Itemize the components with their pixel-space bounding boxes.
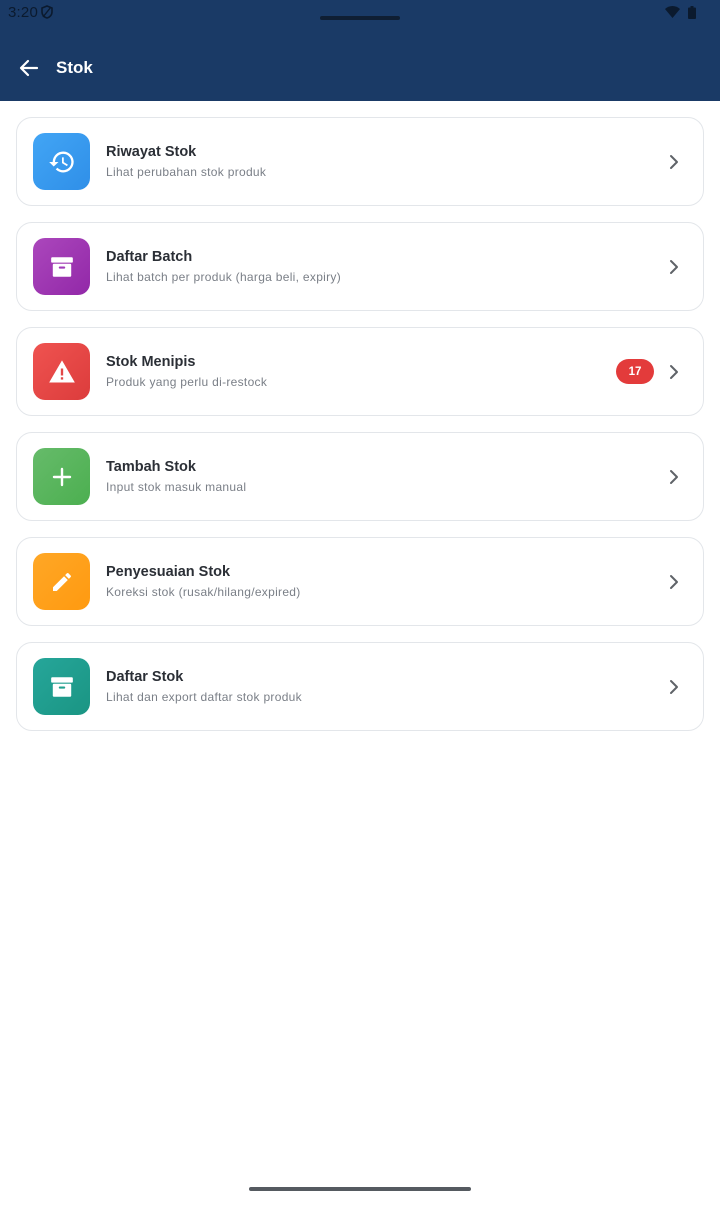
menu-card-daftar-batch[interactable]: Daftar Batch Lihat batch per produk (har… [16, 222, 704, 311]
card-text: Tambah Stok Input stok masuk manual [106, 459, 662, 494]
chevron-right-icon [662, 360, 686, 384]
wifi-icon [665, 6, 680, 18]
arrow-left-icon [19, 59, 39, 77]
card-text: Penyesuaian Stok Koreksi stok (rusak/hil… [106, 564, 662, 599]
status-icons [665, 5, 696, 19]
card-subtitle: Produk yang perlu di-restock [106, 375, 268, 389]
card-text: Daftar Stok Lihat dan export daftar stok… [106, 669, 662, 704]
card-icon-container [33, 238, 90, 295]
card-text: Stok Menipis Produk yang perlu di-restoc… [106, 354, 616, 389]
card-subtitle: Lihat batch per produk (harga beli, expi… [106, 270, 342, 284]
menu-card-daftar-stok[interactable]: Daftar Stok Lihat dan export daftar stok… [16, 642, 704, 731]
card-title: Daftar Stok [106, 669, 184, 685]
page-title: Stok [56, 58, 93, 77]
card-icon-container [33, 448, 90, 505]
card-icon-container [33, 343, 90, 400]
status-time: 3:20 [8, 4, 38, 21]
card-title: Tambah Stok [106, 459, 196, 475]
low-stock-count-badge: 17 [616, 359, 654, 384]
card-text: Riwayat Stok Lihat perubahan stok produk [106, 144, 662, 179]
menu-card-stok-menipis[interactable]: Stok Menipis Produk yang perlu di-restoc… [16, 327, 704, 416]
card-subtitle: Input stok masuk manual [106, 480, 247, 494]
card-text: Daftar Batch Lihat batch per produk (har… [106, 249, 662, 284]
chevron-right-icon [662, 255, 686, 279]
card-icon-container [33, 553, 90, 610]
home-indicator[interactable] [249, 1187, 471, 1191]
stock-menu-list: Riwayat Stok Lihat perubahan stok produk… [16, 117, 704, 747]
archive-icon [50, 256, 73, 277]
app-bar: 3:20 Stok [0, 0, 720, 101]
camera-notch-bar [320, 16, 400, 20]
menu-card-tambah-stok[interactable]: Tambah Stok Input stok masuk manual [16, 432, 704, 521]
plus-icon [52, 467, 71, 486]
battery-icon [688, 5, 696, 19]
menu-card-riwayat-stok[interactable]: Riwayat Stok Lihat perubahan stok produk [16, 117, 704, 206]
card-subtitle: Lihat dan export daftar stok produk [106, 690, 302, 704]
history-icon [48, 151, 74, 172]
warning-icon [48, 359, 75, 382]
menu-card-penyesuaian-stok[interactable]: Penyesuaian Stok Koreksi stok (rusak/hil… [16, 537, 704, 626]
card-icon-container [33, 133, 90, 190]
card-subtitle: Lihat perubahan stok produk [106, 165, 267, 179]
archive-icon [50, 676, 73, 697]
card-icon-container [33, 658, 90, 715]
card-title: Daftar Batch [106, 249, 193, 265]
card-title: Riwayat Stok [106, 144, 197, 160]
title-row: Stok [0, 48, 720, 88]
card-title: Penyesuaian Stok [106, 564, 231, 580]
chevron-right-icon [662, 675, 686, 699]
card-title: Stok Menipis [106, 354, 196, 370]
chevron-right-icon [662, 150, 686, 174]
chevron-right-icon [662, 465, 686, 489]
card-subtitle: Koreksi stok (rusak/hilang/expired) [106, 585, 301, 599]
chevron-right-icon [662, 570, 686, 594]
back-button[interactable] [9, 48, 49, 88]
shield-status-icon [41, 5, 53, 19]
pencil-icon [52, 572, 71, 591]
